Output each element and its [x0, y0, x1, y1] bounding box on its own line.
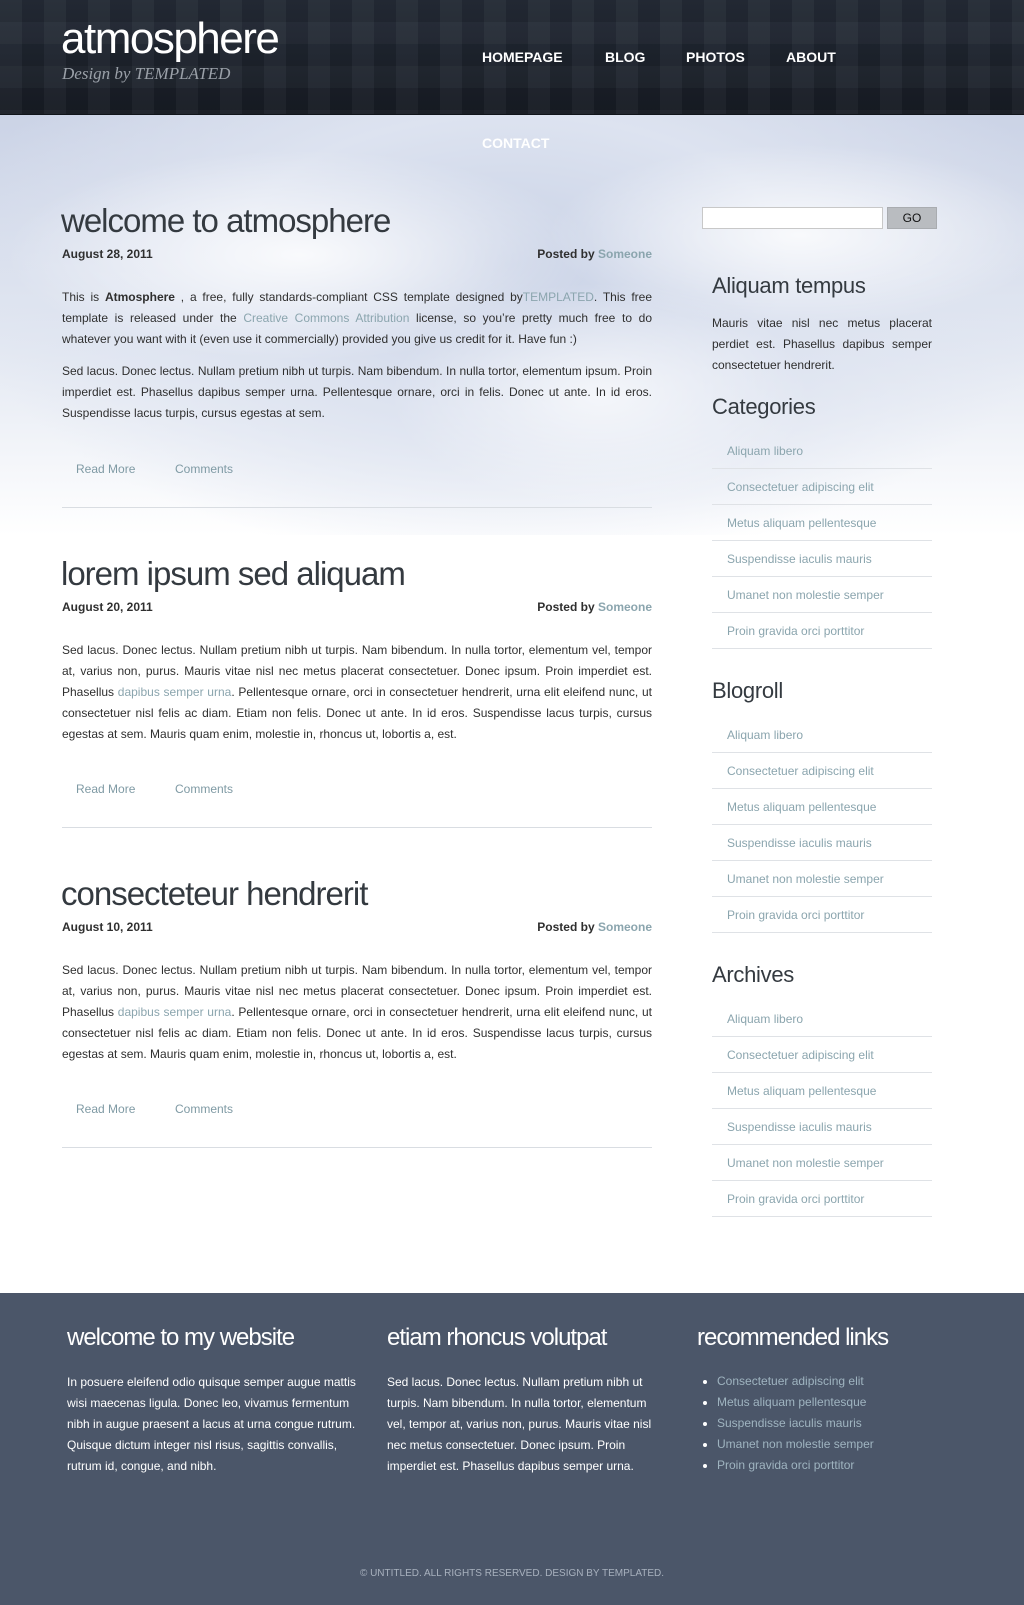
blogroll-item[interactable]: Metus aliquam pellentesque [712, 789, 932, 825]
copyright-text: © Untitled. All rights reserved. Design … [359, 1568, 665, 1579]
footer-col2-title: etiam rhoncus volutpat [387, 1324, 607, 1351]
post-author-link[interactable]: Someone [598, 247, 652, 261]
post-body: This is Atmosphere , a free, fully stand… [62, 287, 652, 435]
post-author-link[interactable]: Someone [598, 600, 652, 614]
category-item[interactable]: Metus aliquam pellentesque [712, 505, 932, 541]
footer-link[interactable]: Consectetuer adipiscing elit [703, 1371, 874, 1392]
category-item[interactable]: Suspendisse iaculis mauris [712, 541, 932, 577]
archives-list: Aliquam libero Consectetuer adipiscing e… [712, 1001, 932, 1217]
inline-link[interactable]: dapibus semper urna [118, 685, 232, 699]
sidebar-about-text: Mauris vitae nisl nec metus placerat per… [712, 316, 932, 372]
sidebar-archives-title: Archives [712, 962, 794, 987]
post-divider [62, 827, 652, 828]
post-date: August 10, 2011 [62, 920, 153, 934]
post-paragraph: Sed lacus. Donec lectus. Nullam pretium … [62, 963, 653, 1061]
post-title[interactable]: welcome to atmosphere [61, 202, 391, 240]
footer-link[interactable]: Suspendisse iaculis mauris [703, 1413, 874, 1434]
post-divider [62, 1147, 652, 1148]
nav-contact[interactable]: CONTACT [482, 135, 549, 151]
footer-links-list: Consectetuer adipiscing elit Metus aliqu… [703, 1371, 874, 1476]
archive-item[interactable]: Metus aliquam pellentesque [712, 1073, 932, 1109]
site-header: atmosphere Design by TEMPLATED HOMEPAGE … [0, 0, 1024, 115]
creative-commons-link[interactable]: Creative Commons Attribution [243, 311, 409, 325]
footer-col1-text: In posuere eleifend odio quisque semper … [67, 1375, 356, 1473]
post-date: August 28, 2011 [62, 247, 153, 261]
nav-photos[interactable]: PHOTOS [686, 49, 745, 65]
footer-link[interactable]: Umanet non molestie semper [703, 1434, 874, 1455]
nav-about[interactable]: ABOUT [786, 49, 836, 65]
category-item[interactable]: Aliquam libero [712, 433, 932, 469]
sidebar-blogroll-title: Blogroll [712, 678, 783, 703]
blogroll-item[interactable]: Umanet non molestie semper [712, 861, 932, 897]
category-item[interactable]: Proin gravida orci porttitor [712, 613, 932, 649]
footer-link[interactable]: Metus aliquam pellentesque [703, 1392, 874, 1413]
blogroll-item[interactable]: Consectetuer adipiscing elit [712, 753, 932, 789]
post-body: Sed lacus. Donec lectus. Nullam pretium … [62, 960, 652, 1076]
post-author-line: Posted by Someone [537, 920, 652, 934]
post-title[interactable]: consecteteur hendrerit [61, 875, 368, 913]
archive-item[interactable]: Suspendisse iaculis mauris [712, 1109, 932, 1145]
posted-by-label: Posted by [537, 600, 595, 614]
footer-col2-text: Sed lacus. Donec lectus. Nullam pretium … [387, 1375, 652, 1473]
templated-link[interactable]: TEMPLATED [523, 290, 594, 304]
post-paragraph: This is Atmosphere , a free, fully stand… [62, 290, 652, 346]
inline-link[interactable]: dapibus semper urna [118, 1005, 232, 1019]
comments-link[interactable]: Comments [175, 462, 233, 476]
posted-by-label: Posted by [537, 247, 595, 261]
read-more-link[interactable]: Read More [76, 1102, 135, 1116]
footer-link[interactable]: Proin gravida orci porttitor [703, 1455, 874, 1476]
post-body: Sed lacus. Donec lectus. Nullam pretium … [62, 640, 652, 756]
blogroll-list: Aliquam libero Consectetuer adipiscing e… [712, 717, 932, 933]
post-author-link[interactable]: Someone [598, 920, 652, 934]
sidebar-about-title: Aliquam tempus [712, 273, 866, 298]
post-title[interactable]: lorem ipsum sed aliquam [61, 555, 406, 593]
nav-blog[interactable]: BLOG [605, 49, 645, 65]
post-author-line: Posted by Someone [537, 600, 652, 614]
blogroll-item[interactable]: Aliquam libero [712, 717, 932, 753]
comments-link[interactable]: Comments [175, 782, 233, 796]
read-more-link[interactable]: Read More [76, 462, 135, 476]
categories-list: Aliquam libero Consectetuer adipiscing e… [712, 433, 932, 649]
search-input[interactable] [702, 207, 883, 229]
archive-item[interactable]: Umanet non molestie semper [712, 1145, 932, 1181]
site-subtitle[interactable]: Design by TEMPLATED [62, 64, 230, 84]
site-title[interactable]: atmosphere [61, 14, 280, 64]
archive-item[interactable]: Proin gravida orci porttitor [712, 1181, 932, 1217]
category-item[interactable]: Consectetuer adipiscing elit [712, 469, 932, 505]
post-author-line: Posted by Someone [537, 247, 652, 261]
post-date: August 20, 2011 [62, 600, 153, 614]
archive-item[interactable]: Aliquam libero [712, 1001, 932, 1037]
post-paragraph: Sed lacus. Donec lectus. Nullam pretium … [62, 643, 653, 741]
blogroll-item[interactable]: Proin gravida orci porttitor [712, 897, 932, 933]
category-item[interactable]: Umanet non molestie semper [712, 577, 932, 613]
post-paragraph: Sed lacus. Donec lectus. Nullam pretium … [62, 364, 652, 420]
blogroll-item[interactable]: Suspendisse iaculis mauris [712, 825, 932, 861]
nav-homepage[interactable]: HOMEPAGE [482, 49, 563, 65]
comments-link[interactable]: Comments [175, 1102, 233, 1116]
sidebar-categories-title: Categories [712, 394, 816, 419]
posted-by-label: Posted by [537, 920, 595, 934]
search-go-button[interactable]: GO [887, 207, 937, 229]
read-more-link[interactable]: Read More [76, 782, 135, 796]
post-divider [62, 507, 652, 508]
footer-col3-title: recommended links [697, 1324, 889, 1351]
footer-col1-title: welcome to my website [67, 1324, 295, 1351]
archive-item[interactable]: Consectetuer adipiscing elit [712, 1037, 932, 1073]
